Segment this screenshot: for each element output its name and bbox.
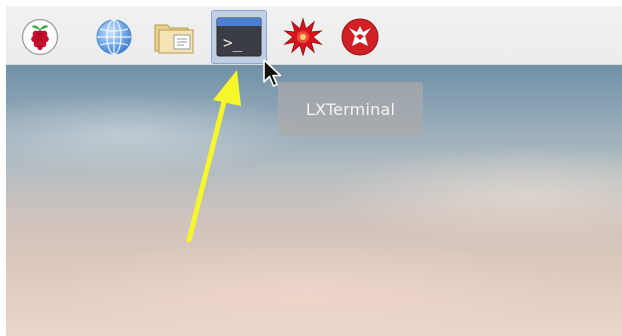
wolfram-icon xyxy=(341,18,379,56)
taskbar-panel: >_ xyxy=(6,6,622,65)
wolfram-launcher[interactable] xyxy=(337,14,383,60)
web-browser-launcher[interactable] xyxy=(91,14,137,60)
menu-button[interactable] xyxy=(17,14,63,60)
starburst-icon xyxy=(283,17,323,57)
globe-icon xyxy=(96,19,132,55)
terminal-launcher[interactable]: >_ xyxy=(211,10,267,64)
file-manager-launcher[interactable] xyxy=(151,14,197,60)
folder-icon xyxy=(154,24,194,54)
starburst-launcher[interactable] xyxy=(280,14,326,60)
raspberry-pi-menu-icon xyxy=(21,18,59,56)
screen: >_ LXTerminal xyxy=(0,0,622,336)
terminal-prompt-text: >_ xyxy=(223,33,243,52)
terminal-icon: >_ xyxy=(216,17,262,57)
tooltip: LXTerminal xyxy=(278,82,423,136)
